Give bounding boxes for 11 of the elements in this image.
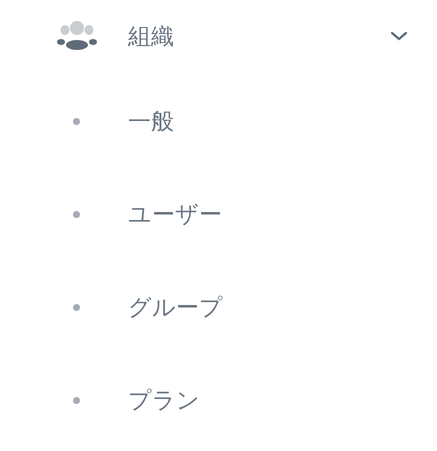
bullet-icon [73,118,80,125]
group-icon [57,21,97,51]
submenu-item[interactable]: グループ [128,292,223,323]
submenu-item[interactable]: 一般 [128,106,174,137]
chevron-down-icon[interactable] [390,31,408,41]
submenu-item[interactable]: プラン [128,385,200,416]
menu-label[interactable]: 組織 [128,20,390,52]
bullet-icon [73,211,80,218]
submenu-item[interactable]: ユーザー [128,199,222,230]
bullet-icon [73,397,80,404]
bullet-icon [73,304,80,311]
